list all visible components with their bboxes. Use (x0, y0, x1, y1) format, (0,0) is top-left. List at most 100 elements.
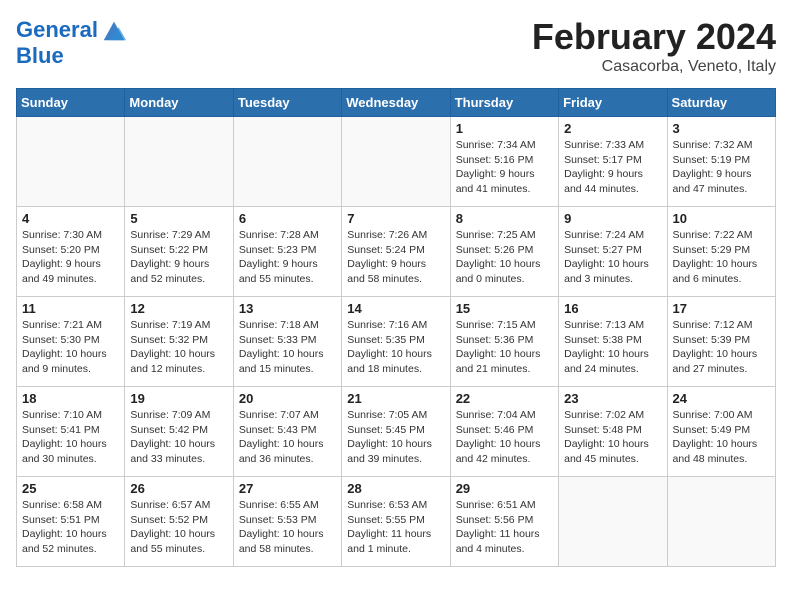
day-number: 29 (456, 481, 553, 496)
calendar-cell: 16 Sunrise: 7:13 AM Sunset: 5:38 PM Dayli… (559, 297, 667, 387)
calendar-week-row: 11Sunrise: 7:21 AM Sunset: 5:30 PM Dayli… (17, 297, 776, 387)
day-number: 15 (456, 301, 553, 316)
day-info: Sunrise: 7:12 AM Sunset: 5:39 PM Dayligh… (673, 318, 770, 377)
day-number: 26 (130, 481, 227, 496)
day-number: 1 (456, 121, 553, 136)
day-info: Sunrise: 7:30 AM Sunset: 5:20 PM Dayligh… (22, 228, 119, 287)
calendar-cell: 24 Sunrise: 7:00 AM Sunset: 5:49 PM Dayli… (667, 387, 775, 477)
calendar-cell: 18Sunrise: 7:10 AM Sunset: 5:41 PM Dayli… (17, 387, 125, 477)
calendar-cell: 17 Sunrise: 7:12 AM Sunset: 5:39 PM Dayli… (667, 297, 775, 387)
col-header-monday: Monday (125, 89, 233, 117)
day-info: Sunrise: 7:18 AM Sunset: 5:33 PM Dayligh… (239, 318, 336, 377)
col-header-tuesday: Tuesday (233, 89, 341, 117)
calendar-cell: 21 Sunrise: 7:05 AM Sunset: 5:45 PM Dayli… (342, 387, 450, 477)
day-number: 6 (239, 211, 336, 226)
calendar-cell: 25 Sunrise: 6:58 AM Sunset: 5:51 PM Dayli… (17, 477, 125, 567)
calendar-cell: 1 Sunrise: 7:34 AM Sunset: 5:16 PM Daylig… (450, 117, 558, 207)
calendar-cell: 28Sunrise: 6:53 AM Sunset: 5:55 PM Dayli… (342, 477, 450, 567)
day-number: 19 (130, 391, 227, 406)
day-number: 27 (239, 481, 336, 496)
day-info: Sunrise: 7:16 AM Sunset: 5:35 PM Dayligh… (347, 318, 444, 377)
day-info: Sunrise: 7:10 AM Sunset: 5:41 PM Dayligh… (22, 408, 119, 467)
day-info: Sunrise: 7:33 AM Sunset: 5:17 PM Dayligh… (564, 138, 661, 197)
day-info: Sunrise: 7:32 AM Sunset: 5:19 PM Dayligh… (673, 138, 770, 197)
day-number: 24 (673, 391, 770, 406)
calendar-week-row: 25 Sunrise: 6:58 AM Sunset: 5:51 PM Dayli… (17, 477, 776, 567)
calendar-cell: 7 Sunrise: 7:26 AM Sunset: 5:24 PM Daylig… (342, 207, 450, 297)
day-info: Sunrise: 7:00 AM Sunset: 5:49 PM Dayligh… (673, 408, 770, 467)
title-area: February 2024 Casacorba, Veneto, Italy (532, 16, 776, 76)
day-number: 20 (239, 391, 336, 406)
calendar-week-row: 18Sunrise: 7:10 AM Sunset: 5:41 PM Dayli… (17, 387, 776, 477)
day-number: 21 (347, 391, 444, 406)
day-number: 2 (564, 121, 661, 136)
calendar-table: SundayMondayTuesdayWednesdayThursdayFrid… (16, 88, 776, 567)
day-number: 23 (564, 391, 661, 406)
day-info: Sunrise: 7:09 AM Sunset: 5:42 PM Dayligh… (130, 408, 227, 467)
col-header-sunday: Sunday (17, 89, 125, 117)
day-number: 25 (22, 481, 119, 496)
location-title: Casacorba, Veneto, Italy (532, 58, 776, 76)
calendar-cell: 15 Sunrise: 7:15 AM Sunset: 5:36 PM Dayli… (450, 297, 558, 387)
calendar-cell: 6 Sunrise: 7:28 AM Sunset: 5:23 PM Daylig… (233, 207, 341, 297)
day-info: Sunrise: 7:02 AM Sunset: 5:48 PM Dayligh… (564, 408, 661, 467)
day-info: Sunrise: 7:28 AM Sunset: 5:23 PM Dayligh… (239, 228, 336, 287)
calendar-cell: 20 Sunrise: 7:07 AM Sunset: 5:43 PM Dayli… (233, 387, 341, 477)
calendar-cell (559, 477, 667, 567)
day-info: Sunrise: 6:58 AM Sunset: 5:51 PM Dayligh… (22, 498, 119, 557)
day-info: Sunrise: 6:57 AM Sunset: 5:52 PM Dayligh… (130, 498, 227, 557)
calendar-cell (17, 117, 125, 207)
calendar-cell: 12 Sunrise: 7:19 AM Sunset: 5:32 PM Dayli… (125, 297, 233, 387)
day-info: Sunrise: 6:55 AM Sunset: 5:53 PM Dayligh… (239, 498, 336, 557)
calendar-cell: 26 Sunrise: 6:57 AM Sunset: 5:52 PM Dayli… (125, 477, 233, 567)
day-number: 9 (564, 211, 661, 226)
day-info: Sunrise: 6:53 AM Sunset: 5:55 PM Dayligh… (347, 498, 444, 557)
day-info: Sunrise: 7:05 AM Sunset: 5:45 PM Dayligh… (347, 408, 444, 467)
day-number: 14 (347, 301, 444, 316)
logo: General Blue (16, 16, 128, 68)
calendar-week-row: 1 Sunrise: 7:34 AM Sunset: 5:16 PM Daylig… (17, 117, 776, 207)
day-info: Sunrise: 7:07 AM Sunset: 5:43 PM Dayligh… (239, 408, 336, 467)
calendar-header-row: SundayMondayTuesdayWednesdayThursdayFrid… (17, 89, 776, 117)
day-number: 7 (347, 211, 444, 226)
day-info: Sunrise: 7:24 AM Sunset: 5:27 PM Dayligh… (564, 228, 661, 287)
day-info: Sunrise: 6:51 AM Sunset: 5:56 PM Dayligh… (456, 498, 553, 557)
calendar-cell: 14 Sunrise: 7:16 AM Sunset: 5:35 PM Dayli… (342, 297, 450, 387)
calendar-cell: 5 Sunrise: 7:29 AM Sunset: 5:22 PM Daylig… (125, 207, 233, 297)
calendar-cell: 13 Sunrise: 7:18 AM Sunset: 5:33 PM Dayli… (233, 297, 341, 387)
day-number: 8 (456, 211, 553, 226)
col-header-wednesday: Wednesday (342, 89, 450, 117)
day-number: 10 (673, 211, 770, 226)
calendar-cell: 3Sunrise: 7:32 AM Sunset: 5:19 PM Daylig… (667, 117, 775, 207)
logo-text-2: Blue (16, 44, 128, 68)
day-info: Sunrise: 7:25 AM Sunset: 5:26 PM Dayligh… (456, 228, 553, 287)
day-info: Sunrise: 7:34 AM Sunset: 5:16 PM Dayligh… (456, 138, 553, 197)
calendar-cell: 11Sunrise: 7:21 AM Sunset: 5:30 PM Dayli… (17, 297, 125, 387)
day-info: Sunrise: 7:19 AM Sunset: 5:32 PM Dayligh… (130, 318, 227, 377)
page-header: General Blue February 2024 Casacorba, Ve… (16, 16, 776, 76)
day-info: Sunrise: 7:26 AM Sunset: 5:24 PM Dayligh… (347, 228, 444, 287)
calendar-cell (233, 117, 341, 207)
logo-icon (100, 16, 128, 44)
day-info: Sunrise: 7:21 AM Sunset: 5:30 PM Dayligh… (22, 318, 119, 377)
day-number: 17 (673, 301, 770, 316)
day-info: Sunrise: 7:04 AM Sunset: 5:46 PM Dayligh… (456, 408, 553, 467)
col-header-thursday: Thursday (450, 89, 558, 117)
logo-text: General (16, 18, 98, 42)
day-number: 13 (239, 301, 336, 316)
calendar-cell: 9 Sunrise: 7:24 AM Sunset: 5:27 PM Daylig… (559, 207, 667, 297)
day-number: 12 (130, 301, 227, 316)
calendar-cell (667, 477, 775, 567)
day-number: 5 (130, 211, 227, 226)
day-number: 16 (564, 301, 661, 316)
calendar-cell: 8 Sunrise: 7:25 AM Sunset: 5:26 PM Daylig… (450, 207, 558, 297)
calendar-cell: 27 Sunrise: 6:55 AM Sunset: 5:53 PM Dayli… (233, 477, 341, 567)
day-info: Sunrise: 7:22 AM Sunset: 5:29 PM Dayligh… (673, 228, 770, 287)
day-info: Sunrise: 7:13 AM Sunset: 5:38 PM Dayligh… (564, 318, 661, 377)
day-number: 4 (22, 211, 119, 226)
calendar-cell: 22Sunrise: 7:04 AM Sunset: 5:46 PM Dayli… (450, 387, 558, 477)
day-info: Sunrise: 7:15 AM Sunset: 5:36 PM Dayligh… (456, 318, 553, 377)
calendar-cell: 10 Sunrise: 7:22 AM Sunset: 5:29 PM Dayli… (667, 207, 775, 297)
day-info: Sunrise: 7:29 AM Sunset: 5:22 PM Dayligh… (130, 228, 227, 287)
calendar-cell: 23 Sunrise: 7:02 AM Sunset: 5:48 PM Dayli… (559, 387, 667, 477)
